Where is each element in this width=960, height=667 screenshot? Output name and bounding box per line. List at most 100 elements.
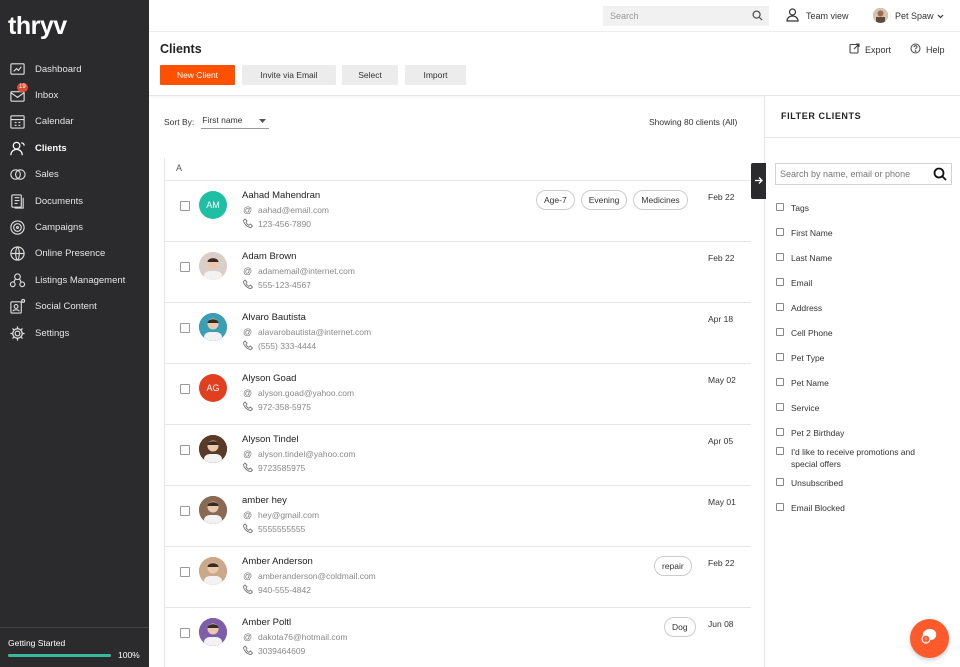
select-button[interactable]: Select	[342, 65, 398, 85]
client-row[interactable]: Adam Brown @ adamemail@internet.com 555-1…	[165, 242, 751, 303]
avatar[interactable]	[199, 313, 227, 341]
filter-option[interactable]: Email	[776, 277, 941, 289]
invite-via-email-button[interactable]: Invite via Email	[242, 65, 336, 85]
search-icon[interactable]	[752, 10, 763, 23]
filter-option[interactable]: Tags	[776, 202, 941, 214]
filter-checkbox[interactable]	[776, 328, 784, 336]
filter-checkbox[interactable]	[776, 228, 784, 236]
client-row[interactable]: AG Alyson Goad @ alyson.goad@yahoo.com 97…	[165, 364, 751, 425]
avatar[interactable]	[199, 557, 227, 585]
client-row[interactable]: AM Aahad Mahendran @ aahad@email.com 123-…	[165, 181, 751, 242]
search-input[interactable]: Search	[603, 6, 769, 26]
filter-option[interactable]: I'd like to receive promotions and speci…	[776, 446, 941, 470]
avatar[interactable]	[199, 252, 227, 280]
client-name[interactable]: Alyson Tindel	[242, 434, 299, 445]
avatar[interactable]: AM	[199, 191, 227, 219]
getting-started[interactable]: Getting Started 100%	[0, 627, 149, 667]
collapse-filter-button[interactable]	[751, 163, 766, 199]
sidebar-item-sales[interactable]: Sales	[0, 162, 149, 188]
client-name[interactable]: Alvaro Bautista	[242, 312, 306, 323]
showing-count: Showing 80 clients (All)	[649, 117, 738, 127]
sidebar-item-calendar[interactable]: Calendar	[0, 109, 149, 135]
client-name[interactable]: Amber Poltl	[242, 617, 291, 628]
user-menu[interactable]: Pet Spaw	[873, 8, 944, 23]
sidebar-item-social-content[interactable]: Social Content	[0, 294, 149, 320]
avatar[interactable]	[199, 496, 227, 524]
client-tag[interactable]: Age-7	[536, 190, 575, 210]
client-checkbox[interactable]	[180, 201, 190, 211]
filter-option[interactable]: Unsubscribed	[776, 477, 941, 489]
sort-by-select[interactable]: First name	[201, 115, 270, 129]
gear-icon	[8, 324, 26, 342]
filter-option[interactable]: Cell Phone	[776, 327, 941, 339]
export-button[interactable]: Export	[849, 43, 891, 56]
client-name[interactable]: Alyson Goad	[242, 373, 296, 384]
sidebar-item-dashboard[interactable]: Dashboard	[0, 56, 149, 82]
client-row[interactable]: Alyson Tindel @ alyson.tindel@yahoo.com 9…	[165, 425, 751, 486]
at-icon: @	[243, 510, 253, 520]
client-tag[interactable]: Medicines	[633, 190, 688, 210]
avatar-photo	[199, 496, 227, 524]
client-row[interactable]: Amber Anderson @ amberanderson@coldmail.c…	[165, 547, 751, 608]
filter-checkbox[interactable]	[776, 447, 784, 455]
sidebar-item-online-presence[interactable]: Online Presence	[0, 241, 149, 267]
filter-search-input[interactable]: Search by name, email or phone	[775, 163, 952, 185]
sidebar-item-campaigns[interactable]: Campaigns	[0, 214, 149, 240]
avatar[interactable]	[199, 618, 227, 646]
chat-button[interactable]: !	[910, 619, 949, 658]
client-row[interactable]: Amber Poltl @ dakota76@hotmail.com 303946…	[165, 608, 751, 667]
sidebar-item-listings-management[interactable]: Listings Management	[0, 267, 149, 293]
sidebar-item-documents[interactable]: Documents	[0, 188, 149, 214]
client-checkbox[interactable]	[180, 628, 190, 638]
filter-checkbox[interactable]	[776, 403, 784, 411]
team-view-label: Team view	[806, 11, 849, 21]
team-view-button[interactable]: Team view	[786, 8, 849, 24]
filter-option[interactable]: Email Blocked	[776, 502, 941, 514]
client-checkbox[interactable]	[180, 567, 190, 577]
client-name[interactable]: Adam Brown	[242, 251, 296, 262]
client-name[interactable]: Aahad Mahendran	[242, 190, 320, 201]
help-button[interactable]: Help	[910, 43, 945, 56]
avatar-photo	[199, 618, 227, 646]
new-client-button[interactable]: New Client	[160, 65, 235, 85]
chat-icon: !	[920, 627, 940, 650]
client-tag[interactable]: repair	[654, 556, 692, 576]
filter-option[interactable]: First Name	[776, 227, 941, 239]
filter-checkbox[interactable]	[776, 503, 784, 511]
client-checkbox[interactable]	[180, 262, 190, 272]
filter-checkbox[interactable]	[776, 303, 784, 311]
filter-checkbox[interactable]	[776, 253, 784, 261]
avatar[interactable]	[199, 435, 227, 463]
filter-option[interactable]: Last Name	[776, 252, 941, 264]
filter-option-label: Unsubscribed	[791, 478, 843, 488]
sidebar-item-settings[interactable]: Settings	[0, 320, 149, 346]
thryv-logo[interactable]: thryv	[8, 12, 67, 41]
filter-checkbox[interactable]	[776, 203, 784, 211]
filter-checkbox[interactable]	[776, 353, 784, 361]
filter-option[interactable]: Address	[776, 302, 941, 314]
filter-option[interactable]: Service	[776, 402, 941, 414]
client-name[interactable]: Amber Anderson	[242, 556, 313, 567]
filter-option[interactable]: Pet Name	[776, 377, 941, 389]
client-tag[interactable]: Dog	[664, 617, 696, 637]
client-name[interactable]: amber hey	[242, 495, 287, 506]
filter-checkbox[interactable]	[776, 278, 784, 286]
client-checkbox[interactable]	[180, 506, 190, 516]
filter-option[interactable]: Pet Type	[776, 352, 941, 364]
sidebar-item-label: Listings Management	[35, 274, 126, 286]
filter-option[interactable]: Pet 2 Birthday	[776, 427, 941, 439]
client-checkbox[interactable]	[180, 323, 190, 333]
client-checkbox[interactable]	[180, 384, 190, 394]
client-row[interactable]: amber hey @ hey@gmail.com 5555555555 May …	[165, 486, 751, 547]
filter-checkbox[interactable]	[776, 378, 784, 386]
filter-checkbox[interactable]	[776, 478, 784, 486]
client-row[interactable]: Alvaro Bautista @ alavarobautista@interne…	[165, 303, 751, 364]
filter-checkbox[interactable]	[776, 428, 784, 436]
sidebar-item-inbox[interactable]: 19 Inbox	[0, 82, 149, 108]
sidebar-item-clients[interactable]: Clients	[0, 135, 149, 161]
client-checkbox[interactable]	[180, 445, 190, 455]
avatar[interactable]: AG	[199, 374, 227, 402]
import-button[interactable]: Import	[405, 65, 466, 85]
client-tag[interactable]: Evening	[580, 190, 628, 210]
search-icon[interactable]	[933, 167, 947, 183]
